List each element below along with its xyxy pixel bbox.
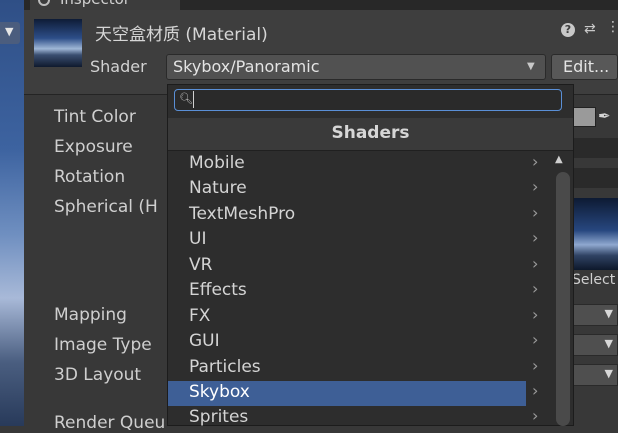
chevron-right-icon: › — [532, 381, 539, 400]
popup-header-title: Shaders — [331, 123, 410, 143]
dropdown-arrow-icon: ▼ — [604, 367, 613, 380]
property-label-3d-layout: 3D Layout — [54, 365, 142, 385]
chevron-right-icon: › — [532, 152, 539, 171]
shader-category-mobile[interactable]: Mobile › — [168, 152, 538, 177]
list-item-label: Sprites — [189, 407, 249, 427]
shader-category-vr[interactable]: VR › — [168, 254, 538, 279]
mapping-dropdown[interactable]: ▼ — [570, 304, 618, 326]
chevron-right-icon: › — [532, 406, 539, 425]
property-label-image-type: Image Type — [54, 335, 152, 355]
shader-category-gui[interactable]: GUI › — [168, 330, 538, 355]
shader-category-sprites[interactable]: Sprites › — [168, 406, 538, 431]
shader-search-input[interactable] — [193, 91, 554, 108]
shader-category-effects[interactable]: Effects › — [168, 279, 538, 304]
shader-category-textmeshpro[interactable]: TextMeshPro › — [168, 203, 538, 228]
property-label-spherical: Spherical (H — [54, 197, 158, 217]
chevron-right-icon: › — [532, 305, 539, 324]
list-item-label: Nature — [189, 178, 247, 198]
chevron-right-icon: › — [532, 254, 539, 273]
list-item-label: Mobile — [189, 153, 245, 173]
property-label-rotation: Rotation — [54, 167, 126, 187]
help-icon[interactable]: ? — [561, 23, 575, 37]
shader-category-skybox[interactable]: Skybox › — [168, 381, 538, 406]
scene-dropdown[interactable]: ▼ — [0, 22, 20, 44]
tab-label: Inspector — [60, 0, 130, 8]
more-options-icon[interactable]: ⋮ — [606, 19, 618, 35]
chevron-right-icon: › — [532, 203, 539, 222]
shader-dropdown-value: Skybox/Panoramic — [173, 57, 320, 76]
chevron-right-icon: › — [532, 330, 539, 349]
list-item-label: Particles — [189, 357, 261, 377]
property-label-tint-color: Tint Color — [54, 107, 136, 127]
spherical-texture-thumbnail[interactable] — [572, 198, 618, 270]
scene-view-strip — [0, 0, 24, 426]
list-item-label: FX — [189, 306, 211, 326]
shader-category-fx[interactable]: FX › — [168, 305, 538, 330]
image-type-dropdown[interactable]: ▼ — [570, 334, 618, 356]
shader-category-particles[interactable]: Particles › — [168, 356, 538, 381]
chevron-right-icon: › — [532, 228, 539, 247]
material-preview-thumbnail — [34, 19, 82, 67]
list-item-label: Effects — [189, 280, 247, 300]
scroll-up-arrow-icon[interactable]: ▲ — [555, 154, 563, 165]
dropdown-arrow-icon: ▼ — [604, 337, 613, 350]
property-label-render-queue: Render Queu — [54, 413, 166, 433]
property-label-mapping: Mapping — [54, 305, 127, 325]
list-item-label: Skybox — [189, 382, 250, 402]
shader-category-nature[interactable]: Nature › — [168, 177, 538, 202]
shader-label: Shader — [90, 57, 147, 76]
3d-layout-dropdown[interactable]: ▼ — [570, 364, 618, 386]
exposure-field[interactable] — [574, 138, 618, 158]
dropdown-arrow-icon: ▼ — [527, 61, 535, 72]
list-item-label: GUI — [189, 331, 220, 351]
material-title: 天空盒材质 (Material) — [95, 25, 268, 45]
eyedropper-icon[interactable]: ✒ — [598, 107, 611, 125]
texture-select-button[interactable]: Select — [572, 272, 615, 288]
chevron-right-icon: › — [532, 279, 539, 298]
dropdown-arrow-icon: ▼ — [604, 307, 613, 320]
shader-category-ui[interactable]: UI › — [168, 228, 538, 253]
chevron-right-icon: › — [532, 177, 539, 196]
list-item-label: TextMeshPro — [189, 204, 296, 224]
edit-shader-button[interactable]: Edit... — [551, 54, 618, 80]
property-label-exposure: Exposure — [54, 137, 133, 157]
popup-scrollbar-thumb[interactable] — [556, 172, 570, 426]
list-item-label: VR — [189, 255, 213, 275]
search-icon: 🔍︎ — [179, 92, 193, 105]
presets-icon[interactable]: ⇄ — [584, 21, 596, 37]
rotation-field[interactable] — [574, 168, 618, 188]
chevron-right-icon: › — [532, 356, 539, 375]
dropdown-arrow-icon: ▼ — [5, 25, 14, 38]
list-item-label: UI — [189, 229, 207, 249]
